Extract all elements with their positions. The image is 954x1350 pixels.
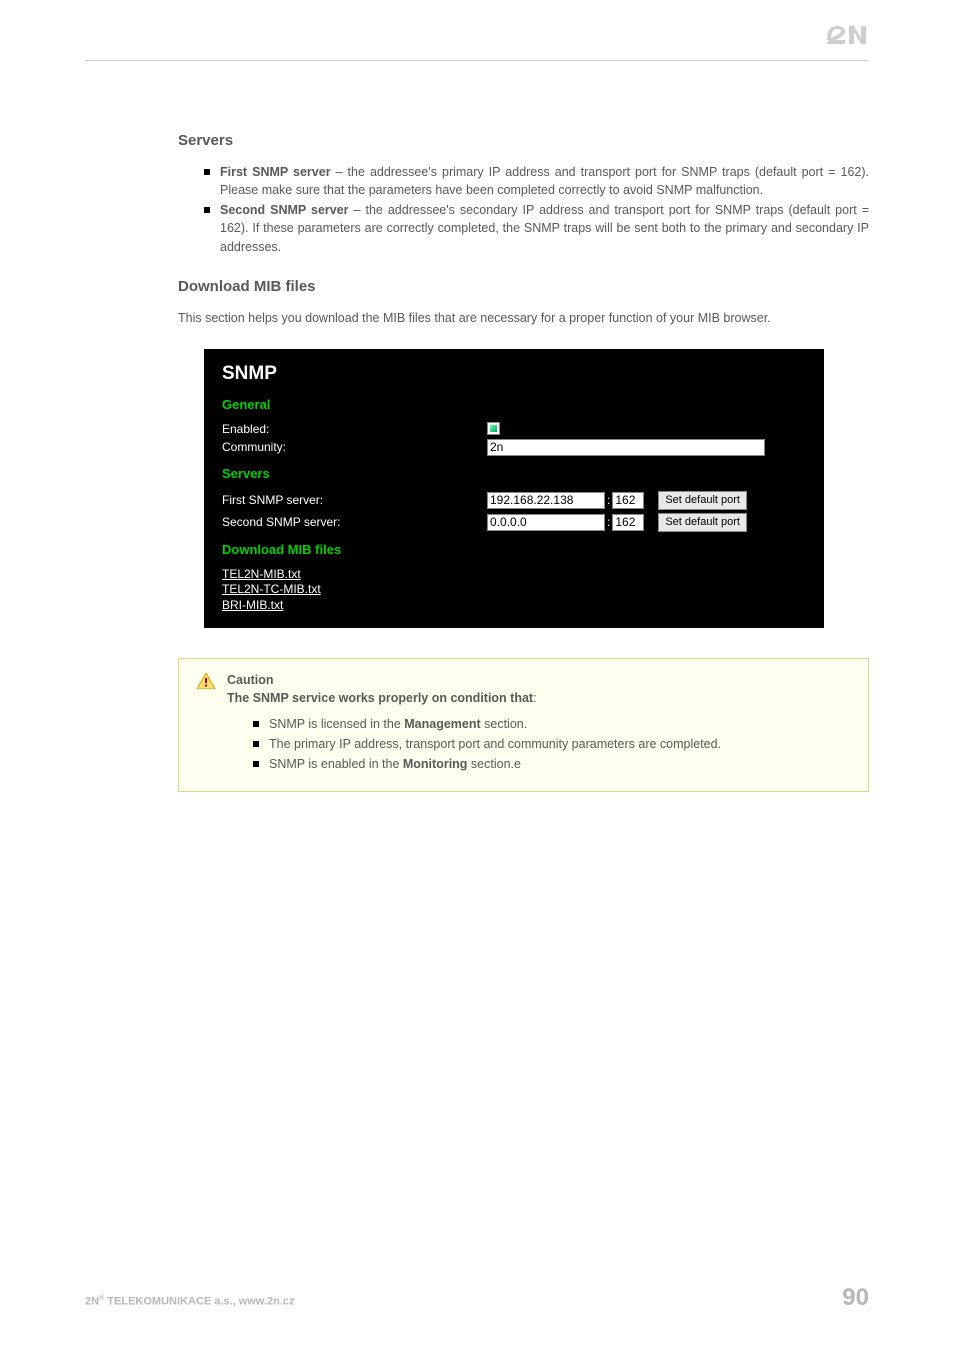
group-general: General xyxy=(222,397,806,412)
panel-title: SNMP xyxy=(222,363,806,385)
servers-list: First SNMP server – the addressee's prim… xyxy=(204,163,869,256)
page: Servers First SNMP server – the addresse… xyxy=(0,0,954,1350)
colon-separator: : xyxy=(607,493,610,507)
first-server-bold: First SNMP server xyxy=(220,165,331,179)
group-servers: Servers xyxy=(222,466,806,481)
group-download: Download MIB files xyxy=(222,542,806,557)
enabled-checkbox[interactable] xyxy=(487,422,500,435)
first-server-port-input[interactable] xyxy=(612,492,644,509)
community-label: Community: xyxy=(222,440,487,454)
first-server-bullet: First SNMP server – the addressee's prim… xyxy=(204,163,869,199)
enabled-label: Enabled: xyxy=(222,422,487,436)
caution-bullet-3: SNMP is enabled in the Monitoring sectio… xyxy=(253,755,850,773)
caution-list: SNMP is licensed in the Management secti… xyxy=(253,715,850,773)
community-row: Community: xyxy=(222,439,806,456)
servers-heading: Servers xyxy=(178,132,869,149)
main-content: Servers First SNMP server – the addresse… xyxy=(178,132,869,792)
caution-title: Caution xyxy=(227,673,850,687)
caution-callout: Caution The SNMP service works properly … xyxy=(178,658,869,792)
colon-separator: : xyxy=(607,515,610,529)
caution-bullet-2: The primary IP address, transport port a… xyxy=(253,735,850,753)
community-input[interactable] xyxy=(487,439,765,456)
second-server-bold: Second SNMP server xyxy=(220,203,349,217)
mib-link-3[interactable]: BRI-MIB.txt xyxy=(222,598,806,614)
brand-logo xyxy=(825,18,869,53)
warning-icon xyxy=(197,673,215,692)
mib-link-2[interactable]: TEL2N-TC-MIB.txt xyxy=(222,582,806,598)
caution-subtitle: The SNMP service works properly on condi… xyxy=(227,691,850,705)
first-set-default-button[interactable] xyxy=(658,491,747,510)
second-server-row: Second SNMP server: : xyxy=(222,513,806,532)
second-server-bullet: Second SNMP server – the addressee's sec… xyxy=(204,201,869,255)
first-server-row: First SNMP server: : xyxy=(222,491,806,510)
caution-bullet-1: SNMP is licensed in the Management secti… xyxy=(253,715,850,733)
page-footer: 2N® TELEKOMUNIKACE a.s., www.2n.cz 90 xyxy=(85,1284,869,1312)
download-paragraph: This section helps you download the MIB … xyxy=(178,309,869,327)
enabled-row: Enabled: xyxy=(222,422,806,436)
page-number: 90 xyxy=(842,1284,869,1312)
header-divider xyxy=(85,60,869,61)
snmp-config-panel: SNMP General Enabled: Community: Servers… xyxy=(204,349,824,628)
footer-company: 2N® TELEKOMUNIKACE a.s., www.2n.cz xyxy=(85,1295,295,1308)
first-server-label: First SNMP server: xyxy=(222,493,487,507)
mib-link-1[interactable]: TEL2N-MIB.txt xyxy=(222,567,806,583)
second-server-port-input[interactable] xyxy=(612,514,644,531)
download-heading: Download MIB files xyxy=(178,278,869,295)
first-server-ip-input[interactable] xyxy=(487,492,605,509)
second-server-ip-input[interactable] xyxy=(487,514,605,531)
second-server-label: Second SNMP server: xyxy=(222,515,487,529)
second-set-default-button[interactable] xyxy=(658,513,747,532)
